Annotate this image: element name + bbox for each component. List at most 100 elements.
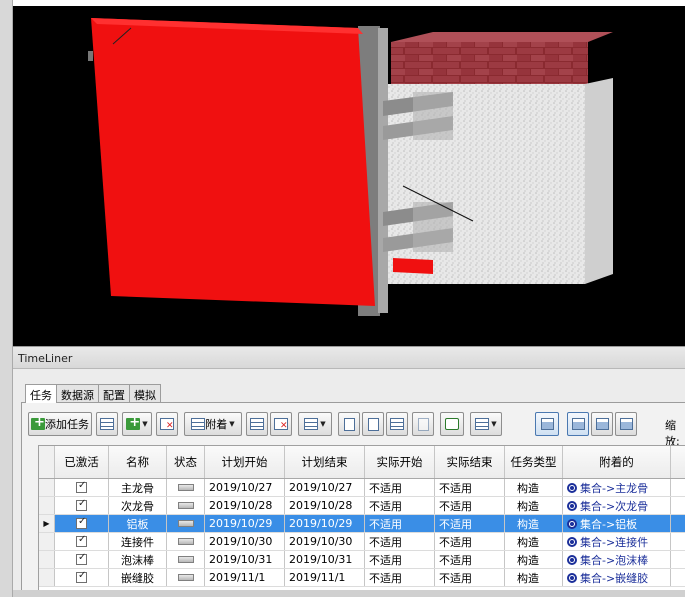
- active-cell[interactable]: [55, 551, 109, 568]
- task-type-cell[interactable]: 构造: [505, 569, 563, 586]
- planned-end-cell[interactable]: 2019/10/28: [285, 497, 365, 514]
- table-row[interactable]: 次龙骨2019/10/282019/10/28不适用不适用构造集合->次龙骨: [39, 497, 686, 515]
- clear-attach-button[interactable]: [270, 412, 292, 436]
- move-down-button[interactable]: [362, 412, 384, 436]
- header-actual-start[interactable]: 实际开始: [365, 446, 435, 478]
- row-selector[interactable]: ▶: [39, 515, 55, 532]
- table-row[interactable]: 泡沫棒2019/10/312019/10/31不适用不适用构造集合->泡沫棒: [39, 551, 686, 569]
- active-checkbox[interactable]: [76, 534, 87, 547]
- add-task-button[interactable]: 添加任务: [28, 412, 92, 436]
- actual-end-cell[interactable]: 不适用: [435, 551, 505, 568]
- tab-data-sources[interactable]: 数据源: [56, 384, 99, 402]
- view-gantt-button[interactable]: [567, 412, 589, 436]
- header-attached[interactable]: 附着的: [563, 446, 671, 478]
- active-checkbox[interactable]: [76, 516, 87, 529]
- planned-start-cell[interactable]: 2019/10/30: [205, 533, 285, 550]
- header-actual-end[interactable]: 实际结束: [435, 446, 505, 478]
- attached-cell[interactable]: 集合->主龙骨: [563, 479, 671, 496]
- table-row[interactable]: 嵌缝胶2019/11/12019/11/1不适用不适用构造集合->嵌缝胶: [39, 569, 686, 587]
- planned-start-cell[interactable]: 2019/10/29: [205, 515, 285, 532]
- auto-attach-button[interactable]: [246, 412, 268, 436]
- actual-end-cell[interactable]: 不适用: [435, 479, 505, 496]
- table-row[interactable]: 主龙骨2019/10/272019/10/27不适用不适用构造集合->主龙骨: [39, 479, 686, 497]
- table-row[interactable]: ▶铝板2019/10/292019/10/29不适用不适用构造集合->铝板: [39, 515, 686, 533]
- header-task-type[interactable]: 任务类型: [505, 446, 563, 478]
- attach-button[interactable]: 附着 ▼: [184, 412, 242, 436]
- indent-button[interactable]: [386, 412, 408, 436]
- find-items-button[interactable]: ▼: [298, 412, 332, 436]
- planned-start-cell[interactable]: 2019/10/28: [205, 497, 285, 514]
- task-type-cell[interactable]: 构造: [505, 479, 563, 496]
- header-planned-end[interactable]: 计划结束: [285, 446, 365, 478]
- insert-task-button[interactable]: [96, 412, 118, 436]
- tab-simulate[interactable]: 模拟: [129, 384, 161, 402]
- tab-tasks[interactable]: 任务: [25, 384, 57, 403]
- active-cell[interactable]: [55, 569, 109, 586]
- planned-end-cell[interactable]: 2019/10/27: [285, 479, 365, 496]
- view-split-button[interactable]: [591, 412, 613, 436]
- row-selector[interactable]: [39, 497, 55, 514]
- name-cell[interactable]: 嵌缝胶: [109, 569, 167, 586]
- active-checkbox[interactable]: [76, 498, 87, 511]
- actual-start-cell[interactable]: 不适用: [365, 479, 435, 496]
- active-checkbox[interactable]: [76, 480, 87, 493]
- name-cell[interactable]: 连接件: [109, 533, 167, 550]
- task-type-cell[interactable]: 构造: [505, 533, 563, 550]
- task-type-cell[interactable]: 构造: [505, 497, 563, 514]
- actual-start-cell[interactable]: 不适用: [365, 569, 435, 586]
- header-name[interactable]: 名称: [109, 446, 167, 478]
- active-cell[interactable]: [55, 479, 109, 496]
- attached-cell[interactable]: 集合->次龙骨: [563, 497, 671, 514]
- actual-end-cell[interactable]: 不适用: [435, 497, 505, 514]
- actual-start-cell[interactable]: 不适用: [365, 515, 435, 532]
- header-active[interactable]: 已激活: [55, 446, 109, 478]
- tab-configure[interactable]: 配置: [98, 384, 130, 402]
- row-selector[interactable]: [39, 479, 55, 496]
- planned-start-cell[interactable]: 2019/10/31: [205, 551, 285, 568]
- active-cell[interactable]: [55, 533, 109, 550]
- name-cell[interactable]: 次龙骨: [109, 497, 167, 514]
- attached-cell[interactable]: 集合->嵌缝胶: [563, 569, 671, 586]
- view-chart-button[interactable]: [615, 412, 637, 436]
- planned-start-cell[interactable]: 2019/11/1: [205, 569, 285, 586]
- row-selector[interactable]: [39, 569, 55, 586]
- columns-button[interactable]: ▼: [470, 412, 502, 436]
- delete-task-button[interactable]: [156, 412, 178, 436]
- attached-cell[interactable]: 集合->铝板: [563, 515, 671, 532]
- planned-end-cell[interactable]: 2019/11/1: [285, 569, 365, 586]
- add-comment-button[interactable]: [440, 412, 464, 436]
- move-up-button[interactable]: [338, 412, 360, 436]
- actual-start-cell[interactable]: 不适用: [365, 551, 435, 568]
- actual-start-cell[interactable]: 不适用: [365, 533, 435, 550]
- auto-add-button[interactable]: ▼: [122, 412, 152, 436]
- header-total[interactable]: 总: [671, 446, 686, 478]
- outdent-button[interactable]: [412, 412, 434, 436]
- attached-cell[interactable]: 集合->连接件: [563, 533, 671, 550]
- actual-end-cell[interactable]: 不适用: [435, 533, 505, 550]
- active-checkbox[interactable]: [76, 570, 87, 583]
- name-cell[interactable]: 泡沫棒: [109, 551, 167, 568]
- planned-end-cell[interactable]: 2019/10/31: [285, 551, 365, 568]
- row-selector[interactable]: [39, 533, 55, 550]
- view-grid-button[interactable]: [535, 412, 559, 436]
- active-cell[interactable]: [55, 497, 109, 514]
- task-type-cell[interactable]: 构造: [505, 551, 563, 568]
- tasks-tab-body: 添加任务 ▼ 附着▼ ▼: [21, 402, 686, 591]
- 3d-viewport[interactable]: [13, 6, 685, 346]
- actual-start-cell[interactable]: 不适用: [365, 497, 435, 514]
- header-planned-start[interactable]: 计划开始: [205, 446, 285, 478]
- planned-end-cell[interactable]: 2019/10/29: [285, 515, 365, 532]
- task-type-cell[interactable]: 构造: [505, 515, 563, 532]
- planned-end-cell[interactable]: 2019/10/30: [285, 533, 365, 550]
- attached-cell[interactable]: 集合->泡沫棒: [563, 551, 671, 568]
- table-row[interactable]: 连接件2019/10/302019/10/30不适用不适用构造集合->连接件: [39, 533, 686, 551]
- active-checkbox[interactable]: [76, 552, 87, 565]
- actual-end-cell[interactable]: 不适用: [435, 569, 505, 586]
- row-selector[interactable]: [39, 551, 55, 568]
- actual-end-cell[interactable]: 不适用: [435, 515, 505, 532]
- active-cell[interactable]: [55, 515, 109, 532]
- name-cell[interactable]: 主龙骨: [109, 479, 167, 496]
- planned-start-cell[interactable]: 2019/10/27: [205, 479, 285, 496]
- header-status[interactable]: 状态: [167, 446, 205, 478]
- name-cell[interactable]: 铝板: [109, 515, 167, 532]
